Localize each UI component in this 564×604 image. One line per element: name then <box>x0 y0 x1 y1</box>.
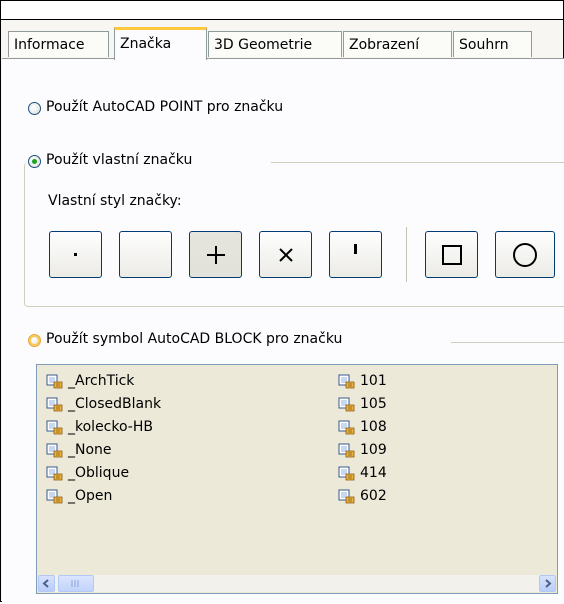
block-list-item[interactable]: _None <box>46 440 112 460</box>
tab-3d-geometrie[interactable]: 3D Geometrie <box>208 31 342 57</box>
tab-informace[interactable]: Informace <box>8 31 109 57</box>
block-name: 414 <box>360 465 387 481</box>
block-reference-icon <box>338 420 355 435</box>
block-reference-icon <box>46 489 63 504</box>
circle-icon <box>513 242 537 267</box>
block-symbol-label[interactable]: Použít symbol AutoCAD BLOCK pro značku <box>46 331 342 347</box>
arrow-right-icon <box>545 579 552 588</box>
block-reference-icon <box>338 466 355 481</box>
block-reference-icon <box>338 396 356 412</box>
block-list-item[interactable]: _ClosedBlank <box>46 394 161 414</box>
square-icon <box>441 244 462 265</box>
marker-tick-button[interactable] <box>329 231 382 278</box>
block-list-item[interactable]: 105 <box>338 394 387 414</box>
block-name: _ArchTick <box>68 373 135 389</box>
block-name: 108 <box>360 419 387 435</box>
block-list-item[interactable]: 101 <box>338 371 387 391</box>
block-group-line <box>451 342 564 343</box>
cross-icon <box>278 247 293 262</box>
block-reference-icon <box>46 374 63 389</box>
block-reference-icon <box>46 466 63 481</box>
scroll-right-button[interactable] <box>539 575 556 592</box>
plus-icon <box>206 245 225 264</box>
dialog-frame: Informace Značka 3D Geometrie Zobrazení … <box>0 0 564 604</box>
tab-zobrazeni[interactable]: Zobrazení <box>343 31 452 57</box>
block-reference-icon <box>338 373 356 389</box>
tab-souhrn[interactable]: Souhrn <box>453 31 532 57</box>
scroll-left-button[interactable] <box>38 575 55 592</box>
block-reference-icon <box>46 443 63 458</box>
block-reference-icon <box>46 465 64 481</box>
block-list-item[interactable]: 414 <box>338 463 387 483</box>
block-reference-icon <box>46 397 63 412</box>
block-reference-icon <box>338 443 355 458</box>
block-name: _ClosedBlank <box>68 396 162 412</box>
block-reference-icon <box>46 396 64 412</box>
block-reference-icon <box>338 465 356 481</box>
block-reference-icon <box>46 419 64 435</box>
block-list-item[interactable]: 108 <box>338 417 387 437</box>
radio-autocad-point[interactable] <box>28 102 41 115</box>
block-name: _None <box>68 442 112 458</box>
block-reference-icon <box>338 419 356 435</box>
scroll-thumb[interactable] <box>58 575 94 592</box>
tab-znacka[interactable]: Značka <box>114 27 207 60</box>
block-list-item[interactable]: 602 <box>338 486 387 506</box>
block-name: _Oblique <box>68 465 130 481</box>
marker-square-button[interactable] <box>425 231 478 278</box>
block-reference-icon <box>46 373 64 389</box>
block-list-item[interactable]: _Open <box>46 486 112 506</box>
block-reference-icon <box>338 442 356 458</box>
custom-style-label: Vlastní styl značky: <box>48 193 182 209</box>
horizontal-scrollbar[interactable] <box>38 575 556 592</box>
autocad-point-label[interactable]: Použít AutoCAD POINT pro značku <box>46 99 283 115</box>
block-name: 105 <box>360 396 387 412</box>
block-reference-icon <box>46 442 64 458</box>
block-reference-icon <box>338 489 355 504</box>
block-reference-icon <box>338 374 355 389</box>
block-name: 602 <box>360 488 387 504</box>
marker-none-button[interactable] <box>119 231 172 278</box>
group-top-line <box>271 162 564 163</box>
block-reference-icon <box>338 488 356 504</box>
marker-cross-button[interactable] <box>259 231 312 278</box>
marker-circle-button[interactable] <box>495 231 555 278</box>
radio-block-symbol[interactable] <box>28 334 41 347</box>
marker-separator <box>406 227 407 282</box>
block-name: _kolecko-HB <box>68 419 153 435</box>
block-list-item[interactable]: _ArchTick <box>46 371 134 391</box>
block-list-item[interactable]: 109 <box>338 440 387 460</box>
block-reference-icon <box>46 488 64 504</box>
title-bar <box>1 1 563 20</box>
grip-icon <box>71 580 79 587</box>
block-reference-icon <box>46 420 63 435</box>
block-reference-icon <box>338 397 355 412</box>
block-list-item[interactable]: _Oblique <box>46 463 129 483</box>
tick-icon <box>354 243 357 254</box>
block-name: _Open <box>68 488 113 504</box>
arrow-left-icon <box>42 579 49 588</box>
block-list[interactable]: _ArchTick _ClosedBlank _kolecko-HB _None _Ob… <box>36 364 558 594</box>
marker-plus-button[interactable] <box>189 231 242 278</box>
block-name: 101 <box>360 373 387 389</box>
block-name: 109 <box>360 442 387 458</box>
block-list-item[interactable]: _kolecko-HB <box>46 417 153 437</box>
custom-marker-label[interactable]: Použít vlastní značku <box>46 152 197 168</box>
radio-custom-marker[interactable] <box>28 155 41 168</box>
dot-icon <box>74 253 77 256</box>
marker-dot-button[interactable] <box>49 231 102 278</box>
